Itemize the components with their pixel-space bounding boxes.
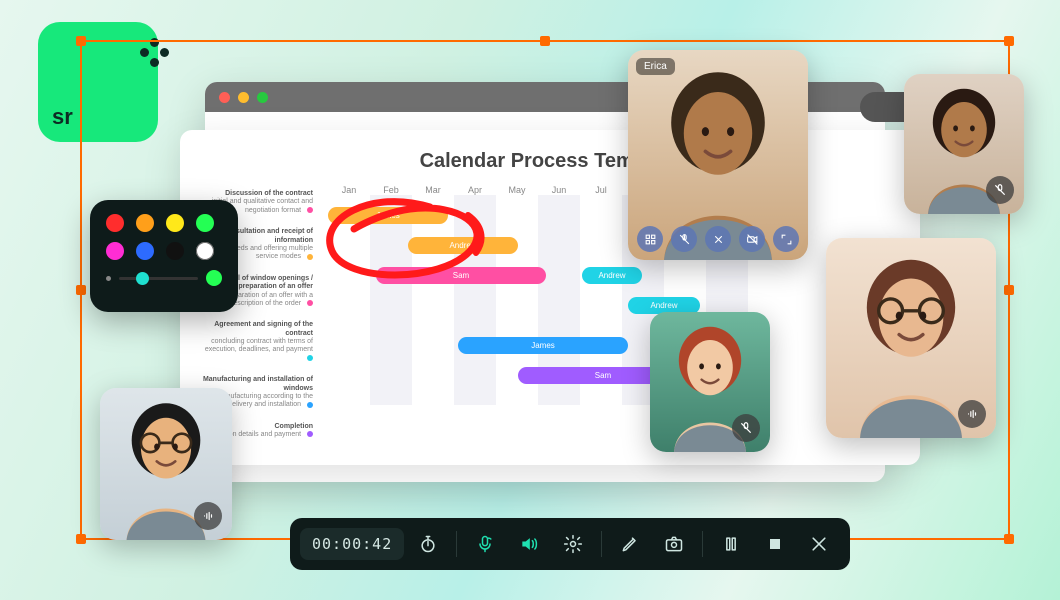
month-label: Jul xyxy=(580,185,622,195)
stop-button[interactable] xyxy=(755,524,795,564)
month-label: Jun xyxy=(538,185,580,195)
color-palette-popup[interactable] xyxy=(90,200,238,312)
close-button[interactable] xyxy=(799,524,839,564)
expand-button[interactable] xyxy=(773,226,799,252)
participant-tile-host[interactable]: Erica xyxy=(628,50,808,260)
layout-grid-button[interactable] xyxy=(637,226,663,252)
color-swatch[interactable] xyxy=(196,242,214,260)
logo-text: sr xyxy=(52,104,73,130)
participant-name: Erica xyxy=(636,58,675,75)
mic-muted-icon xyxy=(986,176,1014,204)
divider xyxy=(456,531,457,557)
document-card: Calendar Process Template JanFebMarAprMa… xyxy=(180,130,920,465)
color-swatch[interactable] xyxy=(106,242,124,260)
mute-mic-button[interactable] xyxy=(671,226,697,252)
remove-participant-button[interactable] xyxy=(705,226,731,252)
resize-handle[interactable] xyxy=(76,534,86,544)
gantt-bar[interactable]: James xyxy=(328,207,448,224)
gantt-bar[interactable]: Andrew xyxy=(582,267,642,284)
color-swatch[interactable] xyxy=(136,214,154,232)
legend-item: Agreement and signing of the contractcon… xyxy=(198,321,313,363)
size-min-icon xyxy=(106,276,111,281)
volume-button[interactable] xyxy=(509,524,549,564)
participant-tile[interactable] xyxy=(100,388,232,540)
window-close-icon[interactable] xyxy=(219,92,230,103)
host-controls xyxy=(637,226,799,252)
participant-tile[interactable] xyxy=(650,312,770,452)
settings-button[interactable] xyxy=(553,524,593,564)
mic-button[interactable] xyxy=(465,524,505,564)
gantt-bar[interactable]: James xyxy=(458,337,628,354)
brush-size-slider[interactable] xyxy=(106,270,222,286)
pause-button[interactable] xyxy=(711,524,751,564)
window-minimize-icon[interactable] xyxy=(238,92,249,103)
recorder-toolbar[interactable]: 00:00:42 xyxy=(290,518,850,570)
color-swatch[interactable] xyxy=(136,242,154,260)
month-label: Apr xyxy=(454,185,496,195)
slider-thumb[interactable] xyxy=(136,272,149,285)
audio-active-icon xyxy=(958,400,986,428)
slider-track[interactable] xyxy=(119,277,198,280)
month-label: May xyxy=(496,185,538,195)
month-label: Jan xyxy=(328,185,370,195)
resize-handle[interactable] xyxy=(1004,534,1014,544)
annotate-button[interactable] xyxy=(610,524,650,564)
app-logo-tile: sr xyxy=(38,22,158,142)
month-label: Mar xyxy=(412,185,454,195)
divider xyxy=(702,531,703,557)
divider xyxy=(601,531,602,557)
gantt-bar[interactable]: Sam xyxy=(376,267,546,284)
color-swatch[interactable] xyxy=(196,214,214,232)
mic-muted-icon xyxy=(732,414,760,442)
color-swatch[interactable] xyxy=(166,242,184,260)
window-zoom-icon[interactable] xyxy=(257,92,268,103)
color-swatch[interactable] xyxy=(166,214,184,232)
stopwatch-button[interactable] xyxy=(408,524,448,564)
screenshot-button[interactable] xyxy=(654,524,694,564)
audio-active-icon xyxy=(194,502,222,530)
resize-handle[interactable] xyxy=(1004,285,1014,295)
recording-timer: 00:00:42 xyxy=(300,528,404,560)
color-swatch[interactable] xyxy=(106,214,124,232)
resize-handle[interactable] xyxy=(540,36,550,46)
resize-handle[interactable] xyxy=(76,285,86,295)
gantt-bar[interactable]: Andrew xyxy=(408,237,518,254)
participant-tile[interactable] xyxy=(826,238,996,438)
participant-tile[interactable] xyxy=(904,74,1024,214)
month-label: Feb xyxy=(370,185,412,195)
size-max-icon xyxy=(206,270,222,286)
resize-handle[interactable] xyxy=(1004,36,1014,46)
video-off-button[interactable] xyxy=(739,226,765,252)
